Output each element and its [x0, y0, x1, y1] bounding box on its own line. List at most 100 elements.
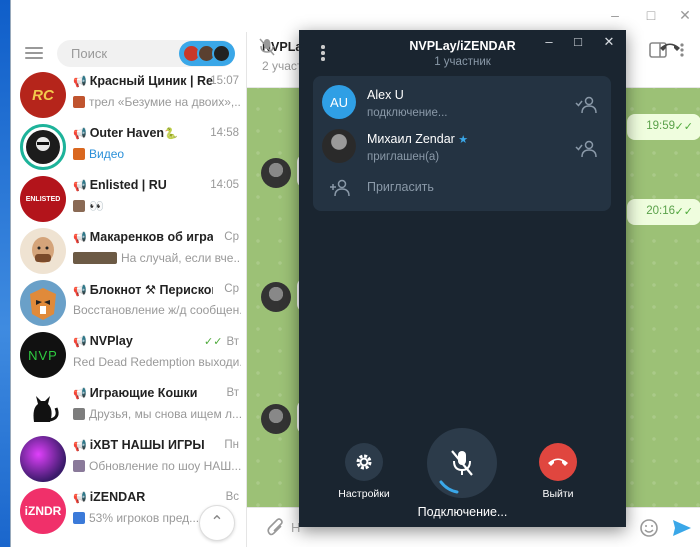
chat-avatar: NVP: [20, 332, 66, 378]
chat-title: Enlisted | RU: [89, 178, 167, 192]
attach-icon[interactable]: [267, 518, 285, 543]
chat-title: iZENDAR: [89, 490, 146, 504]
preview-thumbnail: [73, 460, 85, 472]
megaphone-icon: 📢: [73, 388, 87, 400]
close-icon[interactable]: ✕: [677, 7, 693, 23]
snake-emoji-icon: 🐍: [164, 128, 178, 140]
participant-row[interactable]: Михаил Zendar ★ приглашен(а): [313, 122, 611, 166]
chat-item[interactable]: 📢 iXBT НАШЫ ИГРЫ Пн Обновление по шоу НАШ…: [11, 432, 247, 484]
chat-time: Вс: [225, 491, 239, 503]
chat-preview: Red Dead Redemption выходи...: [73, 355, 241, 369]
emoji-icon[interactable]: [639, 518, 659, 543]
megaphone-icon: 📢: [73, 180, 87, 192]
scroll-to-top-button[interactable]: ⌃: [199, 505, 235, 541]
participant-avatar: AU: [322, 85, 356, 119]
leave-label: Выйти: [542, 488, 574, 500]
megaphone-icon: 📢: [73, 492, 87, 504]
outgoing-message[interactable]: 19:59 ✓✓: [627, 114, 700, 140]
participant-name: Михаил Zendar: [367, 132, 455, 146]
chat-avatar: iZNDR: [20, 488, 66, 534]
chat-preview: трел «Безумие на двоих»,...: [89, 95, 241, 109]
search-placeholder: Поиск: [71, 46, 108, 61]
window-titlebar: – □ ✕: [11, 0, 700, 32]
megaphone-icon: 📢: [73, 76, 87, 88]
message-time: 19:59: [646, 120, 675, 132]
chat-title: Макаренков об играх: [89, 230, 213, 244]
participant-status: подключение...: [367, 107, 448, 119]
search-input[interactable]: Поиск: [57, 40, 235, 67]
megaphone-icon: 📢: [73, 285, 87, 297]
sender-avatar[interactable]: [261, 404, 291, 434]
chat-avatar: [20, 384, 66, 430]
chat-preview: На случай, если вче...: [121, 251, 241, 265]
chat-time: Ср: [224, 231, 239, 243]
mic-muted-icon[interactable]: [259, 38, 275, 61]
chat-item[interactable]: RC 📢 Красный Циник | Re... 15:07 трел «Бе…: [11, 68, 247, 120]
close-icon[interactable]: ✕: [601, 34, 617, 50]
video-thumbnail: [73, 148, 85, 160]
chat-title: Красный Циник | Re...: [89, 74, 213, 88]
chat-avatar: [20, 228, 66, 274]
chat-preview: Восстановление ж/д сообщен...: [73, 303, 241, 317]
settings-label: Настройки: [338, 488, 390, 500]
settings-button[interactable]: [345, 443, 383, 481]
chat-header-subtitle: 2 участ: [262, 59, 303, 73]
hang-up-icon[interactable]: [659, 40, 681, 58]
maximize-icon[interactable]: □: [643, 7, 659, 23]
chat-title: Играющие Кошки: [89, 386, 198, 400]
megaphone-icon: 📢: [73, 336, 87, 348]
chat-avatar: [20, 124, 66, 170]
minimize-icon[interactable]: –: [607, 7, 623, 23]
invite-button[interactable]: Пригласить: [313, 168, 611, 208]
hang-up-icon: [548, 458, 568, 466]
mute-toggle-button[interactable]: [427, 428, 497, 498]
chat-time: 14:58: [210, 127, 239, 139]
read-checkmark-icon: ✓✓: [204, 336, 223, 348]
participants-list: AU Alex U подключение... Михаил Zendar ★…: [313, 76, 611, 211]
chat-item[interactable]: ENLISTED 📢 Enlisted | RU 14:05 👀: [11, 172, 247, 224]
chevron-up-icon: ⌃: [210, 514, 224, 531]
chat-item[interactable]: NVP 📢 NVPlay ✓✓ Вт Red Dead Redemption вых…: [11, 328, 247, 380]
megaphone-icon: 📢: [73, 128, 87, 140]
hamburger-menu-icon[interactable]: [25, 47, 43, 59]
invited-user-check-icon: [575, 96, 597, 114]
add-user-icon: [329, 179, 351, 202]
star-icon: ★: [458, 134, 469, 146]
chat-title: NVPlay: [89, 334, 133, 348]
read-checkmark-icon: ✓✓: [674, 121, 693, 133]
participant-avatar: [322, 129, 356, 163]
participant-status: приглашен(а): [367, 151, 440, 163]
chat-avatar: ENLISTED: [20, 176, 66, 222]
chat-item[interactable]: 📢 Играющие Кошки Вт Друзья, мы снова ищем…: [11, 380, 247, 432]
chat-preview: Обновление по шоу НАШ...: [89, 459, 241, 473]
maximize-icon[interactable]: □: [570, 34, 586, 50]
active-voice-chats-indicator[interactable]: [179, 41, 235, 66]
mic-muted-icon: [451, 450, 473, 476]
leave-button[interactable]: [539, 443, 577, 481]
participant-row[interactable]: AU Alex U подключение...: [313, 78, 611, 122]
chat-item[interactable]: 📢 Блокнот ⚒ Перископа Ср Восстановление ж…: [11, 276, 247, 328]
chat-title: Outer Haven: [89, 126, 165, 140]
chat-title: Блокнот ⚒ Перископа: [89, 283, 213, 297]
chat-time: Пн: [224, 439, 239, 451]
megaphone-icon: 📢: [73, 440, 87, 452]
sender-avatar[interactable]: [261, 282, 291, 312]
chat-item[interactable]: 📢 Outer Haven🐍 14:58 Видео: [11, 120, 247, 172]
minimize-icon[interactable]: –: [541, 34, 557, 50]
read-checkmark-icon: ✓✓: [674, 206, 693, 218]
chat-list-sidebar: Поиск RC 📢 Красный Циник | Re... 15:07 тр…: [11, 32, 247, 547]
chat-avatar: [20, 280, 66, 326]
sender-avatar[interactable]: [261, 158, 291, 188]
chat-preview: Друзья, мы снова ищем л...: [89, 407, 241, 421]
message-time: 20:16: [646, 205, 675, 217]
outgoing-message[interactable]: 20:16 ✓✓: [627, 199, 700, 225]
chat-item[interactable]: 📢 Макаренков об играх Ср На случай, если …: [11, 224, 247, 276]
chat-avatar: RC: [20, 72, 66, 118]
send-icon[interactable]: [671, 517, 693, 544]
chat-time: Ср: [224, 283, 239, 295]
chat-avatar: [20, 436, 66, 482]
megaphone-icon: 📢: [73, 232, 87, 244]
chat-title: iXBT НАШЫ ИГРЫ: [89, 438, 205, 452]
preview-thumbnail: [73, 96, 85, 108]
chat-time: Вт: [226, 336, 239, 348]
